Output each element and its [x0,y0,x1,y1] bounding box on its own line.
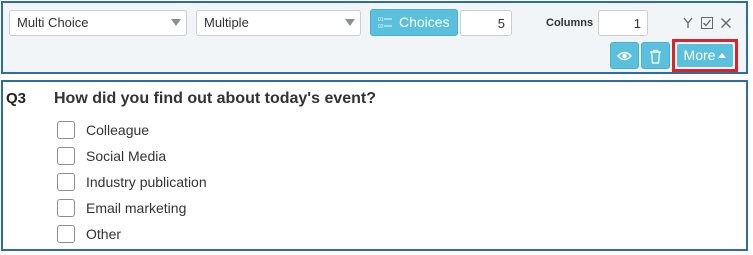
option-label: Other [86,226,122,242]
option-checkbox[interactable] [57,147,75,165]
option-label: Social Media [86,148,167,164]
dropdown-caret-icon [171,19,181,26]
caret-up-icon [718,53,727,58]
eye-icon [617,51,632,61]
option-checkbox[interactable] [57,173,75,191]
question-number: Q3 [6,90,27,107]
merge-icon[interactable] [682,16,694,28]
more-button[interactable]: More [677,44,733,67]
columns-label: Columns [546,17,594,29]
columns-count-input[interactable] [598,10,648,36]
more-button-highlight: More [672,39,738,72]
svg-text:02: 02 [378,24,384,30]
question-type-select[interactable]: Multi Choice [9,10,187,36]
preview-button[interactable] [610,42,639,69]
option-checkbox[interactable] [57,121,75,139]
option-label: Email marketing [86,200,187,216]
question-text: How did you find out about today's event… [54,90,377,107]
svg-text:01: 01 [378,17,384,23]
question-panel: Q3 How did you find out about today's ev… [1,80,748,251]
option-label: Industry publication [86,174,207,190]
checkbox-icon[interactable] [701,16,713,29]
choices-button-label: Choices [399,14,450,30]
selection-mode-select[interactable]: Multiple [196,10,361,36]
delete-button[interactable] [641,42,670,69]
option-label: Colleague [86,122,150,138]
close-icon[interactable] [720,16,732,28]
question-toolbar: Multi Choice Multiple 01 02 Choices Colu… [1,1,748,74]
more-button-label: More [683,47,716,63]
list-icon: 01 02 [378,17,392,30]
trash-icon [650,49,661,64]
question-type-value: Multi Choice [17,15,89,30]
option-checkbox[interactable] [57,199,75,217]
choices-button[interactable]: 01 02 Choices [370,9,458,36]
selection-mode-value: Multiple [204,15,249,30]
choices-count-input[interactable] [460,10,512,36]
option-checkbox[interactable] [57,225,75,243]
dropdown-caret-icon [345,19,355,26]
